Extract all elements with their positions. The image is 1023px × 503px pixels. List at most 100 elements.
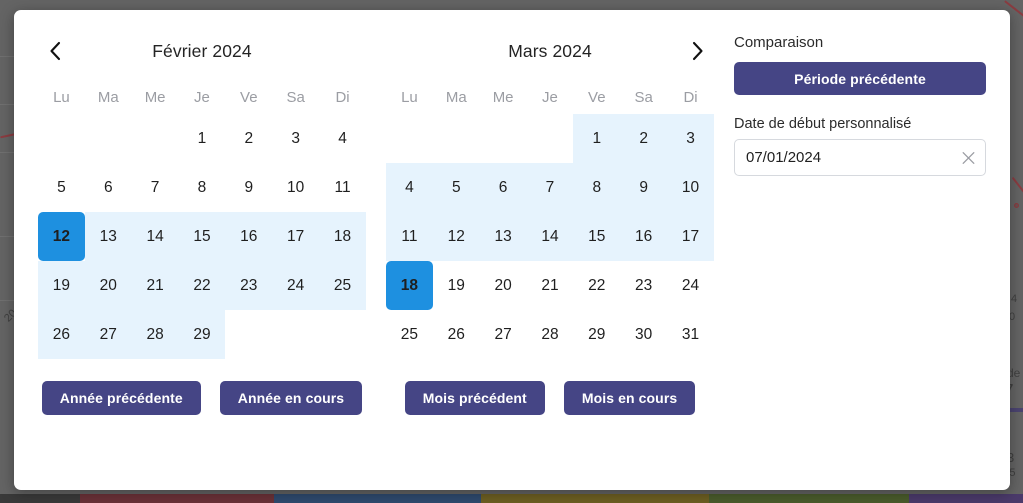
calendar-day-25[interactable]: 25 xyxy=(319,261,366,310)
calendar-day-9[interactable]: 9 xyxy=(225,163,272,212)
calendar-week-row: 12 13 14 15 16 17 18 xyxy=(38,212,366,261)
calendar-day-12[interactable]: 12 xyxy=(432,212,480,261)
calendar-day-20[interactable]: 20 xyxy=(84,261,132,310)
legend-strip-segment xyxy=(481,494,709,503)
calendar-day-27[interactable]: 27 xyxy=(480,310,527,359)
calendar-day-21[interactable]: 21 xyxy=(527,261,574,310)
weekday-header-je: Je xyxy=(542,88,558,106)
calendar-day-empty xyxy=(319,310,366,359)
calendar-right-header: Mars 2024 xyxy=(386,30,714,72)
calendar-day-4[interactable]: 4 xyxy=(319,114,366,163)
weekday-header-di: Di xyxy=(683,88,698,106)
calendar-day-23[interactable]: 23 xyxy=(620,261,667,310)
calendar-day-2[interactable]: 2 xyxy=(620,114,668,163)
current-month-button[interactable]: Mois en cours xyxy=(563,381,696,415)
calendar-week-row: 4 5 6 7 8 9 10 xyxy=(386,163,714,212)
calendar-day-5[interactable]: 5 xyxy=(432,163,480,212)
weekday-header-lu: Lu xyxy=(53,88,70,106)
calendar-day-16[interactable]: 16 xyxy=(620,212,668,261)
calendar-day-29[interactable]: 29 xyxy=(178,310,226,359)
calendar-week-row: 25 26 27 28 29 30 31 xyxy=(386,310,714,359)
calendar-day-11[interactable]: 11 xyxy=(319,163,366,212)
calendar-day-20[interactable]: 20 xyxy=(480,261,527,310)
calendar-day-29[interactable]: 29 xyxy=(573,310,620,359)
calendar-day-15[interactable]: 15 xyxy=(178,212,226,261)
calendar-day-14[interactable]: 14 xyxy=(526,212,574,261)
weekday-header-row: Lu Ma Me Je Ve Sa Di xyxy=(38,80,366,114)
calendar-day-15[interactable]: 15 xyxy=(573,212,621,261)
calendar-week-row: 19 20 21 22 23 24 25 xyxy=(38,261,366,310)
calendar-day-24[interactable]: 24 xyxy=(272,261,320,310)
previous-period-button[interactable]: Période précédente xyxy=(734,62,986,95)
calendar-left: Février 2024 Lu Ma Me Je Ve Sa Di 1 2 3 4 5 6 7 8 9 10 1… xyxy=(28,30,376,490)
calendar-day-empty xyxy=(38,114,85,163)
calendar-day-1[interactable]: 1 xyxy=(179,114,226,163)
calendar-day-1[interactable]: 1 xyxy=(573,114,621,163)
calendar-day-19[interactable]: 19 xyxy=(433,261,480,310)
custom-start-date-field[interactable] xyxy=(734,139,986,176)
calendar-day-28[interactable]: 28 xyxy=(527,310,574,359)
calendar-day-5[interactable]: 5 xyxy=(38,163,85,212)
close-icon[interactable] xyxy=(961,150,976,165)
calendar-day-25[interactable]: 25 xyxy=(386,310,433,359)
calendar-week-row: 18 19 20 21 22 23 24 xyxy=(386,261,714,310)
calendar-day-6[interactable]: 6 xyxy=(85,163,132,212)
calendar-day-8[interactable]: 8 xyxy=(573,163,621,212)
calendar-day-13[interactable]: 13 xyxy=(479,212,527,261)
calendar-day-26[interactable]: 26 xyxy=(433,310,480,359)
calendar-day-27[interactable]: 27 xyxy=(84,310,132,359)
calendar-day-11[interactable]: 11 xyxy=(386,212,433,261)
calendar-day-3[interactable]: 3 xyxy=(272,114,319,163)
chevron-right-icon[interactable] xyxy=(680,34,714,68)
calendar-day-10[interactable]: 10 xyxy=(667,163,714,212)
calendar-day-23[interactable]: 23 xyxy=(225,261,273,310)
calendar-day-22[interactable]: 22 xyxy=(573,261,620,310)
calendar-right-days: 1 2 3 4 5 6 7 8 9 10 11 12 13 14 15 16 17 18 19 20 21 22 23 24 2… xyxy=(386,114,714,359)
calendar-day-2[interactable]: 2 xyxy=(225,114,272,163)
comparison-label: Comparaison xyxy=(734,34,824,51)
calendar-day-17[interactable]: 17 xyxy=(667,212,714,261)
calendar-day-22[interactable]: 22 xyxy=(178,261,226,310)
calendar-day-31[interactable]: 31 xyxy=(667,310,714,359)
weekday-header-sa: Sa xyxy=(634,88,653,106)
calendar-day-21[interactable]: 21 xyxy=(131,261,179,310)
calendar-day-18[interactable]: 18 xyxy=(386,261,433,310)
current-year-button[interactable]: Année en cours xyxy=(219,381,363,415)
calendar-day-7[interactable]: 7 xyxy=(526,163,574,212)
calendar-day-9[interactable]: 9 xyxy=(620,163,668,212)
calendar-day-10[interactable]: 10 xyxy=(272,163,319,212)
calendar-week-row: 123 xyxy=(386,114,714,163)
calendar-day-17[interactable]: 17 xyxy=(272,212,320,261)
previous-year-button[interactable]: Année précédente xyxy=(41,381,201,415)
calendar-day-empty xyxy=(225,310,272,359)
backdrop-chart-line xyxy=(1011,176,1023,198)
weekday-header-ve: Ve xyxy=(588,88,606,106)
calendar-day-6[interactable]: 6 xyxy=(479,163,527,212)
previous-month-button[interactable]: Mois précédent xyxy=(404,381,545,415)
calendar-day-12[interactable]: 12 xyxy=(38,212,85,261)
calendar-day-30[interactable]: 30 xyxy=(620,310,667,359)
calendar-right-buttons: Mois précédent Mois en cours xyxy=(386,381,714,415)
backdrop-legend-strip xyxy=(0,494,1023,503)
legend-strip-segment xyxy=(909,494,1023,503)
weekday-header-ma: Ma xyxy=(445,88,467,106)
calendar-day-empty xyxy=(272,310,319,359)
calendar-day-14[interactable]: 14 xyxy=(131,212,179,261)
calendar-day-16[interactable]: 16 xyxy=(225,212,273,261)
calendar-right: Mars 2024 Lu Ma Me Je Ve Sa Di 1 2 3 4 5 6 7 8 9 10 11 12… xyxy=(376,30,724,490)
calendar-day-8[interactable]: 8 xyxy=(179,163,226,212)
calendar-day-7[interactable]: 7 xyxy=(132,163,179,212)
calendar-day-4[interactable]: 4 xyxy=(386,163,433,212)
calendar-day-28[interactable]: 28 xyxy=(131,310,179,359)
calendar-day-26[interactable]: 26 xyxy=(38,310,85,359)
calendar-day-3[interactable]: 3 xyxy=(667,114,714,163)
calendar-left-title: Février 2024 xyxy=(152,40,252,61)
calendar-day-18[interactable]: 18 xyxy=(319,212,366,261)
custom-start-date-input[interactable] xyxy=(735,140,985,175)
weekday-header-row: Lu Ma Me Je Ve Sa Di xyxy=(386,80,714,114)
chevron-left-icon[interactable] xyxy=(38,34,72,68)
calendar-day-24[interactable]: 24 xyxy=(667,261,714,310)
calendar-day-19[interactable]: 19 xyxy=(38,261,85,310)
calendar-day-13[interactable]: 13 xyxy=(84,212,132,261)
calendar-week-row: 1234 xyxy=(38,114,366,163)
